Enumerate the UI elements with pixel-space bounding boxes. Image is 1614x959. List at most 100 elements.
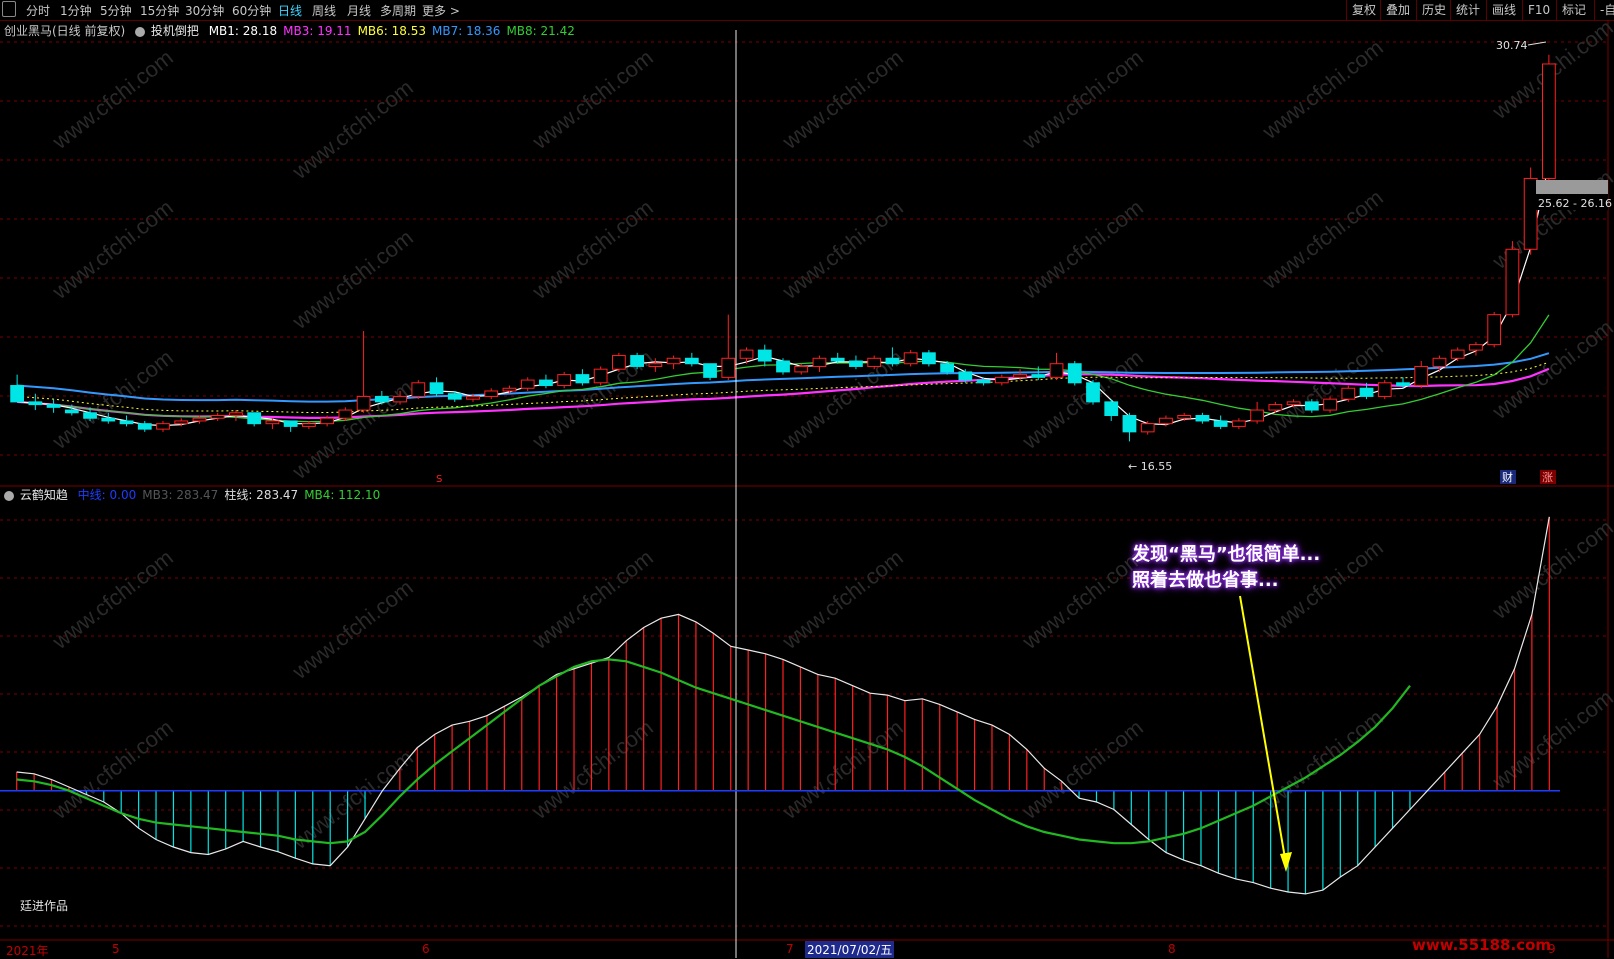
watermark-text: www.cfchi.com: [527, 195, 658, 305]
candle-body: [1159, 417, 1173, 425]
watermark-text: www.cfchi.com: [47, 545, 178, 655]
candle-body: [867, 357, 882, 367]
candle-body: [64, 409, 79, 414]
annotation-callout: 发现“黑马”也很简单... 照着去做也省事...: [1132, 542, 1320, 594]
candle-body: [994, 376, 1009, 384]
signal-marker-s: S: [436, 474, 442, 485]
candle-body: [776, 360, 790, 373]
candle-body: [411, 382, 426, 397]
candle-body: [721, 357, 736, 378]
candle-body: [1450, 349, 1465, 359]
price-box-bg: [1536, 180, 1608, 194]
x-axis-label-4: 8: [1168, 942, 1176, 956]
candle-body: [1232, 420, 1246, 427]
candle-body: [320, 417, 334, 425]
candle-body: [830, 357, 845, 362]
candle-body: [356, 395, 371, 411]
watermark-text: www.cfchi.com: [287, 575, 418, 685]
candle-body: [393, 395, 407, 403]
watermark-text: www.cfchi.com: [527, 715, 658, 825]
candle-body: [739, 349, 754, 359]
candle-body: [885, 357, 900, 365]
candle-body: [265, 420, 280, 425]
candle-body: [1049, 363, 1064, 378]
candle-body: [101, 417, 116, 422]
watermark-text: www.cfchi.com: [1487, 515, 1614, 625]
watermark-text: www.cfchi.com: [777, 545, 908, 655]
candle-body: [1414, 365, 1429, 387]
candle-body: [1469, 344, 1483, 351]
watermark-text: www.cfchi.com: [777, 195, 908, 305]
watermark-text: www.cfchi.com: [1487, 315, 1614, 425]
candle-body: [466, 395, 480, 400]
candle-body: [502, 387, 517, 392]
candle-body: [539, 379, 553, 387]
watermark-text: www.cfchi.com: [287, 225, 418, 335]
candle-body: [1013, 374, 1027, 378]
zhang-marker: 涨: [1542, 471, 1553, 484]
stock-chart[interactable]: www.cfchi.com www.cfchi.com www.cfchi.com w…: [0, 0, 1614, 958]
watermark-text: www.cfchi.com: [1017, 715, 1148, 825]
candle-body: [575, 374, 590, 384]
candle-body: [28, 401, 43, 406]
candle-body: [976, 379, 991, 384]
candle-body: [1396, 382, 1410, 387]
candle-body: [338, 409, 353, 419]
watermark-text: www.cfchi.com: [287, 75, 418, 185]
candle-body: [1523, 177, 1538, 250]
corner-watermark: www.55188.com: [1412, 936, 1552, 954]
candle-body: [666, 357, 681, 365]
candle-body: [922, 352, 936, 365]
candle-body: [703, 363, 717, 378]
candle-body: [374, 395, 389, 403]
candle-body: [1250, 409, 1265, 422]
candle-body: [484, 390, 499, 397]
candle-body: [1487, 314, 1502, 346]
candle-body: [648, 363, 663, 367]
candle-body: [757, 349, 772, 362]
candle-body: [903, 352, 918, 365]
candle-body: [1213, 420, 1228, 427]
candle-body: [940, 363, 954, 373]
watermark-text: www.cfchi.com: [527, 545, 658, 655]
candle-body: [137, 423, 152, 430]
watermark-text: www.cfchi.com: [777, 715, 908, 825]
cai-marker: 财: [1502, 470, 1513, 484]
watermark-text: www.cfchi.com: [47, 45, 178, 155]
cursor-date-label: 2021/07/02/五: [805, 941, 895, 958]
candle-body: [1086, 382, 1100, 403]
watermark-text: www.cfchi.com: [1017, 195, 1148, 305]
price-box-label: 25.62 - 26.16: [1538, 197, 1612, 210]
watermark-text: www.cfchi.com: [1017, 345, 1148, 455]
candle-body: [958, 371, 973, 381]
candle-body: [1122, 415, 1137, 433]
candle-body: [83, 412, 97, 419]
candle-body: [119, 420, 134, 425]
watermark-text: www.cfchi.com: [1257, 35, 1388, 145]
candle-body: [210, 415, 225, 419]
candle-body: [557, 374, 572, 387]
low-price-label: ← 16.55: [1128, 460, 1172, 473]
candle-body: [1377, 382, 1392, 397]
candle-body: [1286, 401, 1301, 406]
x-axis-label-1: 5: [112, 942, 120, 956]
candle-body: [1341, 387, 1356, 400]
watermark-text: www.cfchi.com: [1017, 545, 1148, 655]
callout-arrow-head: [1280, 852, 1292, 872]
candle-body: [302, 423, 316, 427]
candle-body: [174, 420, 189, 425]
candle-body: [46, 404, 61, 408]
candle-body: [1177, 415, 1192, 419]
candle-body: [1542, 63, 1556, 179]
high-price-label: 30.74: [1496, 39, 1528, 52]
candle-body: [794, 365, 809, 373]
watermark-text: www.cfchi.com: [527, 45, 658, 155]
candle-body: [1268, 404, 1283, 411]
x-axis-label-2: 6: [422, 942, 430, 956]
candle-body: [429, 382, 444, 395]
candle-body: [1140, 423, 1155, 433]
candle-body: [10, 385, 24, 403]
candle-body: [447, 393, 462, 400]
candle-body: [593, 368, 608, 384]
candle-body: [1195, 415, 1210, 422]
